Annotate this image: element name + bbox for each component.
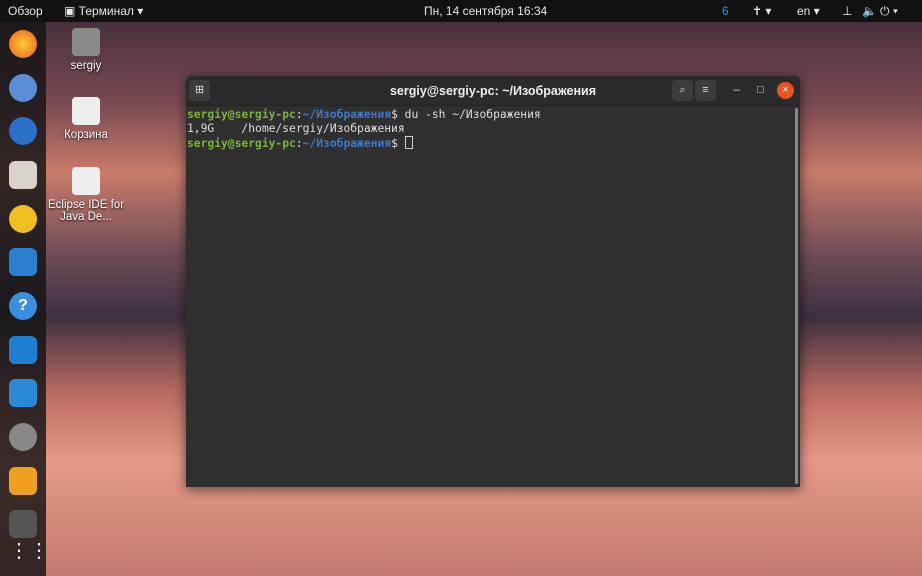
language-menu[interactable]: en ▾	[797, 4, 820, 18]
desktop-icon-trash[interactable]: Корзина	[46, 97, 126, 141]
new-tab-button[interactable]: ⊞	[189, 80, 210, 101]
prompt-user: sergiy@sergiy-pc	[187, 137, 296, 150]
desktop-icon-label: Eclipse IDE for Java De...	[47, 199, 125, 223]
activities-button[interactable]: Обзор	[8, 4, 43, 18]
network-icon[interactable]: ⊥	[842, 4, 852, 18]
dock: ? ⋮⋮	[0, 22, 49, 576]
app-icon[interactable]	[9, 510, 37, 538]
files-icon[interactable]	[9, 161, 37, 189]
accessibility-menu[interactable]: ✝ ▾	[752, 4, 771, 18]
app-menu[interactable]: ▣ Терминал ▾	[64, 4, 143, 18]
prompt-path: ~/Изображения	[302, 108, 392, 121]
cursor	[404, 136, 413, 149]
trash-icon	[72, 97, 100, 125]
eclipse-icon	[72, 167, 100, 195]
app-menu-label: Терминал ▾	[78, 4, 144, 18]
maximize-button[interactable]: □	[750, 80, 771, 101]
firefox-icon[interactable]	[9, 30, 37, 58]
chromium-icon[interactable]	[9, 74, 37, 102]
terminal-line: 1,9G /home/sergiy/Изображения	[187, 122, 405, 135]
command: $ du -sh ~/Изображения	[391, 108, 541, 121]
menu-button[interactable]: ≡	[695, 80, 716, 101]
help-icon[interactable]: ?	[9, 292, 37, 320]
rhythmbox-icon[interactable]	[9, 205, 37, 233]
thunderbird-icon[interactable]	[9, 117, 37, 145]
terminal-line: sergiy@sergiy-pc:~/Изображения$ du -sh ~…	[187, 108, 541, 121]
desktop-icon-label: sergiy	[70, 60, 102, 72]
clock[interactable]: Пн, 14 сентября 16:34	[424, 4, 547, 18]
scrollbar[interactable]	[795, 108, 798, 484]
show-apps-icon[interactable]: ⋮⋮	[9, 537, 49, 565]
desktop-icon-home[interactable]: sergiy	[46, 28, 126, 72]
power-menu[interactable]: ⏻ ▾	[880, 4, 898, 19]
volume-icon[interactable]: 🔈	[862, 4, 877, 18]
terminal-output[interactable]: sergiy@sergiy-pc:~/Изображения$ du -sh ~…	[186, 106, 800, 151]
minimize-button[interactable]: –	[726, 80, 747, 101]
settings-icon[interactable]	[9, 423, 37, 451]
writer-icon[interactable]	[9, 248, 37, 276]
top-bar: Обзор ▣ Терминал ▾ Пн, 14 сентября 16:34…	[0, 0, 922, 22]
system-monitor-icon[interactable]	[9, 379, 37, 407]
prompt-user: sergiy@sergiy-pc	[187, 108, 296, 121]
desktop-icon-label: Корзина	[64, 129, 108, 141]
window-title: sergiy@sergiy-pc: ~/Изображения	[389, 84, 596, 98]
terminal-window: ⊞ sergiy@sergiy-pc: ~/Изображения ⌕ ≡ – …	[186, 76, 800, 487]
vscode-icon[interactable]	[9, 336, 37, 364]
desktop-icon-eclipse[interactable]: Eclipse IDE for Java De...	[46, 167, 126, 223]
terminal-line: sergiy@sergiy-pc:~/Изображения$	[187, 136, 800, 151]
app-64-icon[interactable]	[9, 467, 37, 495]
title-bar[interactable]: ⊞ sergiy@sergiy-pc: ~/Изображения ⌕ ≡ – …	[186, 76, 800, 106]
search-button[interactable]: ⌕	[672, 80, 693, 101]
prompt-path: ~/Изображения	[302, 137, 392, 150]
sync-icon[interactable]: 6	[722, 4, 729, 18]
home-folder-icon	[72, 28, 100, 56]
command: $	[391, 137, 405, 150]
close-button[interactable]: ×	[777, 82, 794, 99]
